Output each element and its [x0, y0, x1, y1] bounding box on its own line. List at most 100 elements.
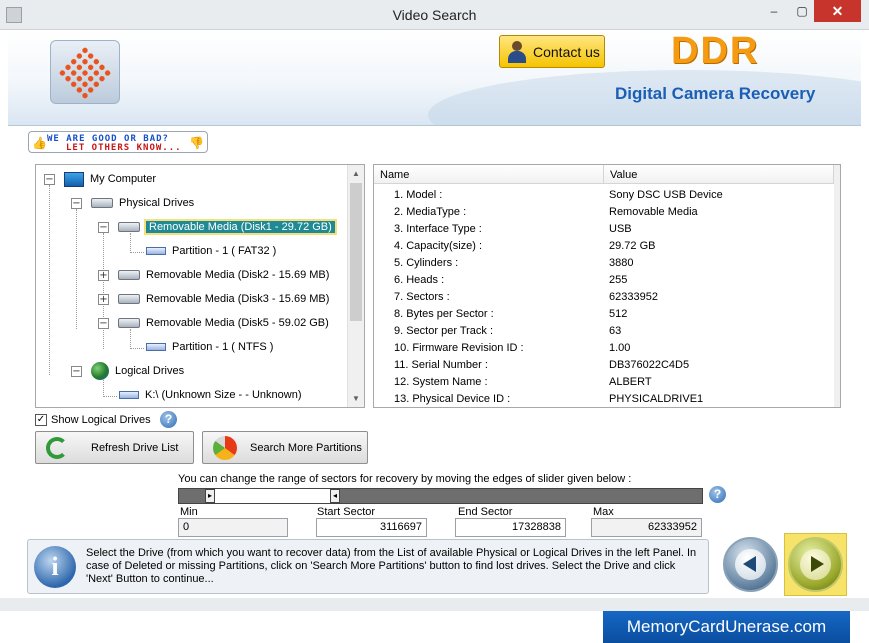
brand-logo: DDR [671, 30, 760, 72]
close-button[interactable]: ✕ [814, 0, 861, 22]
partition-icon [119, 391, 139, 400]
minimize-button[interactable]: – [760, 0, 788, 22]
person-icon [508, 41, 526, 63]
tree-node-logical-k[interactable]: K:\ (Unknown Size - - Unknown) [119, 385, 302, 405]
refresh-drive-list-button[interactable]: Refresh Drive List [35, 431, 194, 464]
tree-node-label: K:\ (Unknown Size - - Unknown) [145, 389, 302, 401]
end-sector-field[interactable]: 17328838 [455, 518, 566, 537]
tree-node-disk2[interactable]: Removable Media (Disk2 - 15.69 MB) [118, 265, 329, 285]
title-bar: Video Search – ▢ ✕ [0, 0, 869, 30]
list-scrollbar[interactable] [834, 165, 840, 407]
tree-expand-toggle[interactable]: + [98, 270, 109, 281]
tree-collapse-toggle[interactable]: − [98, 318, 109, 329]
list-item[interactable]: 9. Sector per Track : 63 [374, 323, 834, 340]
search-button-label: Search More Partitions [250, 442, 362, 454]
max-sector-field: 62333952 [591, 518, 702, 537]
next-button[interactable] [788, 537, 843, 592]
feedback-badge[interactable]: 👍 WE ARE GOOD OR BAD? LET OTHERS KNOW...… [28, 131, 208, 153]
refresh-icon [46, 437, 68, 459]
list-item[interactable]: 7. Sectors : 62333952 [374, 289, 834, 306]
column-header-name[interactable]: Name [380, 169, 409, 181]
tree-node-my-computer[interactable]: My Computer [64, 169, 156, 189]
list-item[interactable]: 6. Heads : 255 [374, 272, 834, 289]
instructions-panel: i Select the Drive (from which you want … [27, 539, 709, 594]
start-sector-label: Start Sector [317, 506, 376, 518]
property-value: 29.72 GB [609, 240, 656, 252]
list-item[interactable]: 13. Physical Device ID : PHYSICALDRIVE1 [374, 391, 834, 407]
info-icon: i [34, 546, 76, 588]
list-item[interactable]: 2. MediaType : Removable Media [374, 204, 834, 221]
property-value: 3880 [609, 257, 634, 269]
tree-node-physical-drives[interactable]: Physical Drives [91, 193, 194, 213]
show-logical-drives-label[interactable]: Show Logical Drives [51, 414, 151, 426]
tree-node-partition[interactable]: Partition - 1 ( NTFS ) [146, 337, 273, 357]
tree-node-label: Partition - 1 ( NTFS ) [172, 341, 274, 353]
contact-us-label: Contact us [533, 44, 600, 60]
help-icon[interactable]: ? [160, 411, 177, 428]
maximize-button[interactable]: ▢ [788, 0, 816, 22]
tree-collapse-toggle[interactable]: − [71, 366, 82, 377]
partition-icon [146, 247, 166, 256]
min-sector-field: 0 [178, 518, 288, 537]
property-name: 1. Model : [394, 189, 443, 201]
website-footer[interactable]: MemoryCardUnerase.com [603, 611, 850, 643]
tree-node-logical-drives[interactable]: Logical Drives [91, 361, 184, 381]
back-button[interactable] [723, 537, 778, 592]
property-value: PHYSICALDRIVE1 [609, 393, 704, 405]
tree-collapse-toggle[interactable]: − [71, 198, 82, 209]
property-name: 13. Physical Device ID : [394, 393, 511, 405]
property-value: ALBERT [609, 376, 652, 388]
tree-expand-toggle[interactable]: + [98, 294, 109, 305]
property-name: 5. Cylinders : [394, 257, 459, 269]
search-more-partitions-button[interactable]: Search More Partitions [202, 431, 368, 464]
tree-scrollbar[interactable]: ▲ ▼ [347, 165, 364, 407]
list-item[interactable]: 8. Bytes per Sector : 512 [374, 306, 834, 323]
property-name: 7. Sectors : [394, 291, 450, 303]
scrollbar-thumb[interactable] [350, 183, 362, 321]
thumbs-down-icon: 👎 [189, 136, 204, 150]
window-title: Video Search [392, 7, 477, 23]
list-item[interactable]: 11. Serial Number : DB376022C4D5 [374, 357, 834, 374]
list-item[interactable]: 4. Capacity(size) : 29.72 GB [374, 238, 834, 255]
instructions-text: Select the Drive (from which you want to… [86, 547, 697, 585]
list-item[interactable]: 1. Model : Sony DSC USB Device [374, 187, 834, 204]
list-item[interactable]: 5. Cylinders : 3880 [374, 255, 834, 272]
slider-start-handle[interactable]: ▸ [205, 489, 215, 503]
show-logical-drives-checkbox[interactable]: ✓ [35, 414, 47, 426]
tree-node-partition[interactable]: Partition - 1 ( FAT32 ) [146, 241, 276, 261]
column-header-value[interactable]: Value [610, 169, 637, 181]
list-item[interactable]: 10. Firmware Revision ID : 1.00 [374, 340, 834, 357]
drive-properties-list[interactable]: Name Value 1. Model : Sony DSC USB Device… [373, 164, 841, 408]
property-value: DB376022C4D5 [609, 359, 690, 371]
slider-selected-range[interactable] [214, 489, 330, 503]
property-value: Removable Media [609, 206, 698, 218]
property-name: 11. Serial Number : [394, 359, 488, 371]
list-header: Name Value [374, 165, 834, 184]
start-sector-field[interactable]: 3116697 [316, 518, 427, 537]
slider-end-handle[interactable]: ◂ [330, 489, 340, 503]
property-name: 6. Heads : [394, 274, 445, 286]
back-arrow-icon [735, 549, 766, 580]
tree-node-label: Removable Media (Disk2 - 15.69 MB) [146, 269, 330, 281]
property-name: 12. System Name : [394, 376, 488, 388]
property-value: 63 [609, 325, 622, 337]
help-icon[interactable]: ? [709, 486, 726, 503]
property-name: 2. MediaType : [394, 206, 467, 218]
list-item[interactable]: 3. Interface Type : USB [374, 221, 834, 238]
tree-collapse-toggle[interactable]: − [44, 174, 55, 185]
drive-icon [118, 318, 140, 329]
tree-node-disk3[interactable]: Removable Media (Disk3 - 15.69 MB) [118, 289, 329, 309]
scroll-down-icon[interactable]: ▼ [352, 394, 360, 403]
globe-icon [91, 362, 109, 381]
drive-icon [118, 270, 140, 281]
tree-node-disk1[interactable]: Removable Media (Disk1 - 29.72 GB) [118, 217, 337, 237]
tree-node-disk5[interactable]: Removable Media (Disk5 - 59.02 GB) [118, 313, 329, 333]
list-item[interactable]: 12. System Name : ALBERT [374, 374, 834, 391]
contact-us-button[interactable]: Contact us [499, 35, 605, 68]
property-value: 62333952 [609, 291, 658, 303]
drive-tree[interactable]: − My Computer − Physical Drives − Remova… [35, 164, 365, 408]
tree-collapse-toggle[interactable]: − [98, 222, 109, 233]
scroll-up-icon[interactable]: ▲ [352, 169, 360, 178]
feedback-line2: LET OTHERS KNOW... [66, 143, 182, 153]
property-name: 3. Interface Type : [394, 223, 482, 235]
